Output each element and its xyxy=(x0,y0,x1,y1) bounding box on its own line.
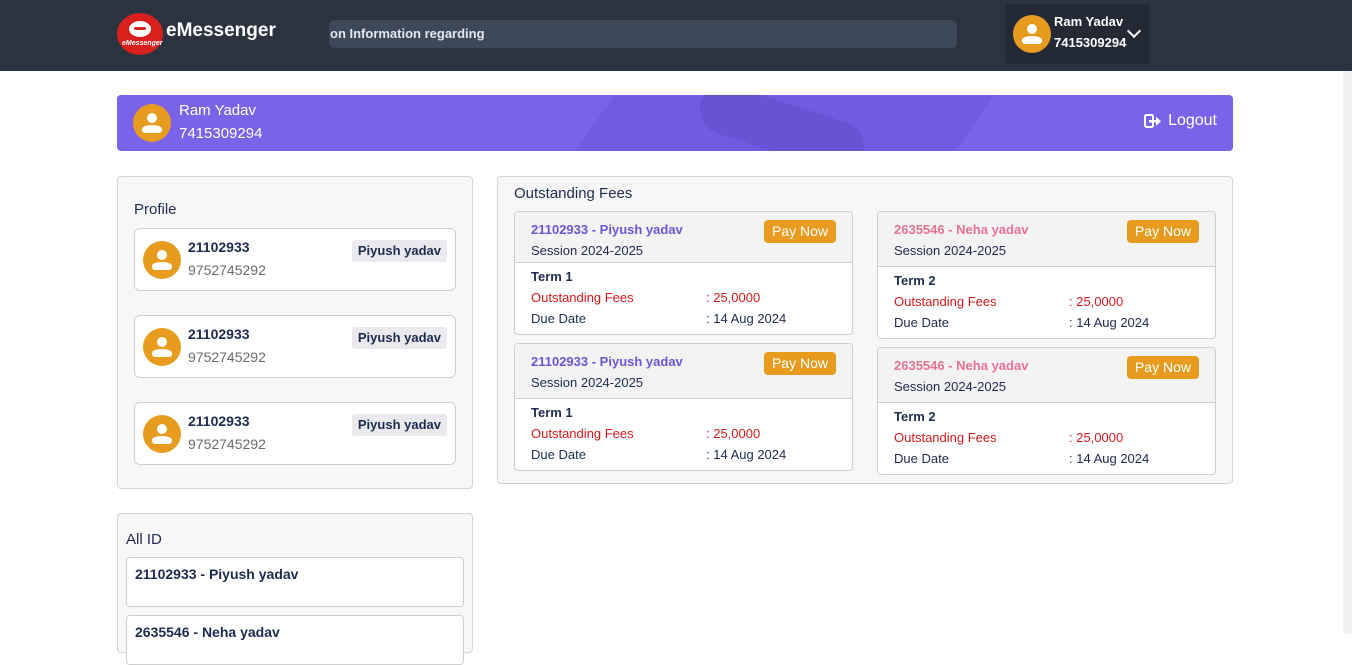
pay-now-button[interactable]: Pay Now xyxy=(763,220,836,243)
student-id: 21102933 xyxy=(188,413,250,429)
id-list-item-label: 21102933 - Piyush yadav xyxy=(135,566,299,582)
pay-now-button[interactable]: Pay Now xyxy=(763,352,836,375)
outstanding-label: Outstanding Fees xyxy=(894,294,997,309)
logout-icon xyxy=(1144,114,1162,128)
fee-card-header: 2635546 - Neha yadav Session 2024-2025 P… xyxy=(878,212,1215,267)
due-date-label: Due Date xyxy=(531,311,586,326)
student-id: 21102933 xyxy=(188,326,250,342)
fee-term: Term 1 xyxy=(531,269,573,284)
due-date-label: Due Date xyxy=(894,451,949,466)
fees-title: Outstanding Fees xyxy=(514,185,633,202)
outstanding-amount: : 25,0000 xyxy=(1069,430,1124,445)
app-logo[interactable]: eMessenger xyxy=(117,13,163,55)
fee-term: Term 1 xyxy=(531,405,573,420)
pay-now-button[interactable]: Pay Now xyxy=(1126,356,1199,379)
outstanding-label: Outstanding Fees xyxy=(531,426,634,441)
profile-card[interactable]: 21102933 9752745292 Piyush yadav xyxy=(134,402,456,465)
id-list-item[interactable]: 2635546 - Neha yadav xyxy=(126,615,464,665)
id-list-item-label: 2635546 - Neha yadav xyxy=(135,624,280,640)
student-name-badge: Piyush yadav xyxy=(351,414,447,436)
due-date-value: : 14 Aug 2024 xyxy=(1069,451,1150,466)
outstanding-label: Outstanding Fees xyxy=(531,290,634,305)
announcement-marquee: on Information regarding xyxy=(329,20,957,48)
student-avatar-icon xyxy=(143,328,181,366)
student-id: 21102933 xyxy=(188,239,250,255)
user-avatar-icon xyxy=(1013,15,1051,53)
fee-session: Session 2024-2025 xyxy=(531,375,644,390)
brand-name[interactable]: eMessenger xyxy=(166,20,276,42)
user-banner: Ram Yadav 7415309294 Logout xyxy=(117,95,1233,151)
chat-bubble-icon xyxy=(129,21,151,37)
student-phone: 9752745292 xyxy=(188,436,266,452)
fee-session: Session 2024-2025 xyxy=(894,243,1007,258)
due-date-value: : 14 Aug 2024 xyxy=(706,447,787,462)
logout-button[interactable]: Logout xyxy=(1144,112,1217,130)
banner-user-name: Ram Yadav xyxy=(179,102,256,119)
logo-text: eMessenger xyxy=(122,40,163,47)
logout-label: Logout xyxy=(1168,112,1217,129)
student-name-badge: Piyush yadav xyxy=(351,327,447,349)
outstanding-label: Outstanding Fees xyxy=(894,430,997,445)
profile-card[interactable]: 21102933 9752745292 Piyush yadav xyxy=(134,228,456,291)
user-name: Ram Yadav xyxy=(1054,14,1124,29)
page-scrollbar[interactable] xyxy=(1343,71,1352,634)
fee-card: 21102933 - Piyush yadav Session 2024-202… xyxy=(514,211,853,335)
profile-title: Profile xyxy=(134,201,177,218)
outstanding-fees-panel: Outstanding Fees 21102933 - Piyush yadav… xyxy=(497,176,1233,484)
all-id-title: All ID xyxy=(126,531,162,548)
chevron-down-icon[interactable] xyxy=(1126,23,1142,39)
user-menu[interactable]: Ram Yadav 7415309294 xyxy=(1005,4,1150,64)
student-avatar-icon xyxy=(143,415,181,453)
fee-term: Term 2 xyxy=(894,273,936,288)
due-date-label: Due Date xyxy=(531,447,586,462)
fee-session: Session 2024-2025 xyxy=(894,379,1007,394)
fee-card: 2635546 - Neha yadav Session 2024-2025 P… xyxy=(877,347,1216,475)
banner-avatar-icon xyxy=(133,104,171,142)
student-name-badge: Piyush yadav xyxy=(351,240,447,262)
fee-student: 21102933 - Piyush yadav xyxy=(531,354,683,369)
student-phone: 9752745292 xyxy=(188,262,266,278)
id-list-item[interactable]: 21102933 - Piyush yadav xyxy=(126,557,464,607)
pay-now-button[interactable]: Pay Now xyxy=(1126,220,1199,243)
fee-student: 2635546 - Neha yadav xyxy=(894,358,1029,373)
outstanding-amount: : 25,0000 xyxy=(1069,294,1124,309)
banner-user-phone: 7415309294 xyxy=(179,125,263,142)
due-date-label: Due Date xyxy=(894,315,949,330)
due-date-value: : 14 Aug 2024 xyxy=(706,311,787,326)
marquee-text: on Information regarding xyxy=(330,26,485,41)
fee-student: 2635546 - Neha yadav xyxy=(894,222,1029,237)
fee-card-header: 2635546 - Neha yadav Session 2024-2025 P… xyxy=(878,348,1215,403)
student-phone: 9752745292 xyxy=(188,349,266,365)
fee-student: 21102933 - Piyush yadav xyxy=(531,222,683,237)
fee-card: 2635546 - Neha yadav Session 2024-2025 P… xyxy=(877,211,1216,339)
fee-card: 21102933 - Piyush yadav Session 2024-202… xyxy=(514,343,853,471)
all-id-panel: All ID 21102933 - Piyush yadav 2635546 -… xyxy=(117,513,473,665)
outstanding-amount: : 25,0000 xyxy=(706,290,761,305)
fee-card-header: 21102933 - Piyush yadav Session 2024-202… xyxy=(515,212,852,263)
outstanding-amount: : 25,0000 xyxy=(706,426,761,441)
user-phone: 7415309294 xyxy=(1054,35,1127,50)
fee-term: Term 2 xyxy=(894,409,936,424)
fee-session: Session 2024-2025 xyxy=(531,243,644,258)
fee-card-header: 21102933 - Piyush yadav Session 2024-202… xyxy=(515,344,852,399)
profile-card[interactable]: 21102933 9752745292 Piyush yadav xyxy=(134,315,456,378)
profile-panel: Profile 21102933 9752745292 Piyush yadav… xyxy=(117,176,473,489)
due-date-value: : 14 Aug 2024 xyxy=(1069,315,1150,330)
student-avatar-icon xyxy=(143,241,181,279)
top-navbar: eMessenger eMessenger on Information reg… xyxy=(0,0,1352,71)
